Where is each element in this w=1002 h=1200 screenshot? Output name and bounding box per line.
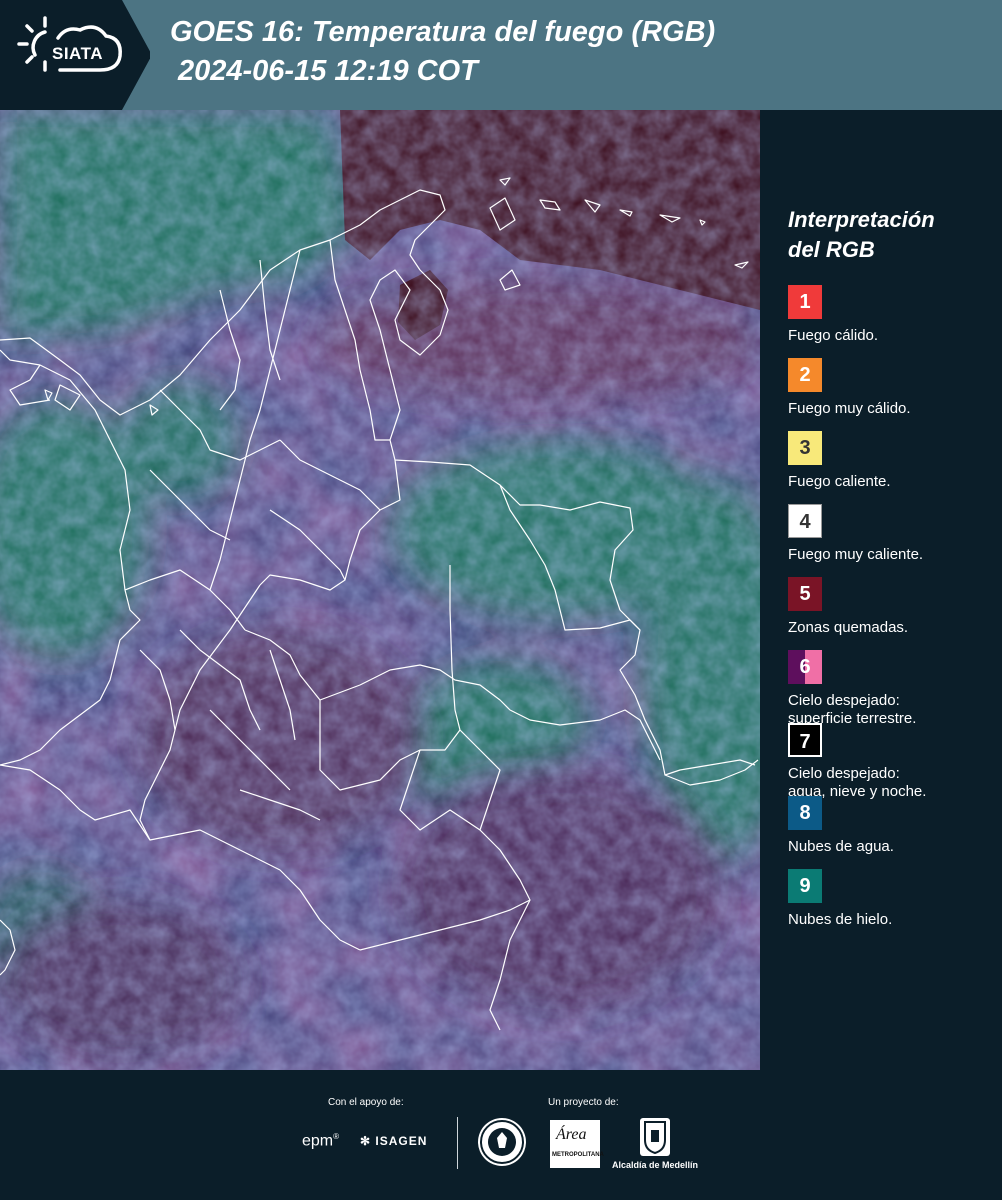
page-title: GOES 16: Temperatura del fuego (RGB): [170, 16, 716, 48]
logo-text: SIATA: [52, 44, 103, 63]
legend-title: Interpretación del RGB: [788, 205, 988, 265]
legend-item: 8 Nubes de agua.: [788, 796, 988, 869]
satellite-image: [0, 110, 760, 1070]
legend-label: Fuego caliente.: [788, 473, 891, 490]
legend-item: 9 Nubes de hielo.: [788, 869, 988, 942]
legend-swatch: 5: [788, 577, 822, 611]
legend-label: Zonas quemadas.: [788, 619, 909, 636]
area-logo-sub: METROPOLITANA: [552, 1152, 604, 1158]
support-label: Con el apoyo de:: [328, 1097, 404, 1108]
legend-swatch: 7: [788, 723, 822, 757]
isagen-logo-text: ISAGEN: [375, 1134, 428, 1148]
page-timestamp: 2024-06-15 12:19 COT: [178, 55, 478, 87]
legend-swatch: 1: [788, 285, 822, 319]
legend-swatch: 3: [788, 431, 822, 465]
legend-item: 6 Cielo despejado: superficie terrestre.: [788, 650, 988, 727]
seal-icon: [480, 1120, 524, 1164]
alcaldia-logo: [640, 1118, 670, 1156]
epm-logo-text: epm: [302, 1132, 334, 1150]
legend-title-line2: del RGB: [788, 237, 875, 262]
legend-label-line1: Cielo despejado:: [788, 765, 900, 782]
legend-swatch: 8: [788, 796, 822, 830]
legend-item: 3 Fuego caliente.: [788, 431, 988, 504]
isagen-logo: ✻ ISAGEN: [360, 1134, 428, 1148]
satellite-map: [0, 110, 760, 1070]
legend-swatch: 2: [788, 358, 822, 392]
legend-item: 4 Fuego muy caliente.: [788, 504, 988, 577]
legend-item: 1 Fuego cálido.: [788, 285, 988, 358]
epm-logo: epm®: [302, 1132, 340, 1150]
legend-item: 2 Fuego muy cálido.: [788, 358, 988, 431]
legend-item: 5 Zonas quemadas.: [788, 577, 988, 650]
legend-label: Fuego muy caliente.: [788, 546, 924, 563]
legend-label: Nubes de agua.: [788, 838, 894, 855]
footer-divider: [457, 1117, 458, 1169]
alcaldia-logo-text: Alcaldía de Medellín: [612, 1160, 699, 1170]
header: SIATA GOES 16: Temperatura del fuego (RG…: [0, 0, 1002, 110]
university-seal: [478, 1118, 526, 1166]
legend-title-line1: Interpretación: [788, 207, 935, 232]
legend-swatch: 9: [788, 869, 822, 903]
project-label: Un proyecto de:: [548, 1097, 619, 1108]
legend-swatch: 6: [788, 650, 822, 684]
siata-logo: SIATA: [0, 0, 150, 110]
legend-label: Fuego cálido.: [788, 327, 879, 344]
legend-label-line1: Cielo despejado:: [788, 692, 900, 709]
area-metropolitana-logo: Área METROPOLITANA: [550, 1120, 604, 1168]
legend-swatch: 4: [788, 504, 822, 538]
area-logo-text: Área: [556, 1126, 587, 1143]
rgb-legend: Interpretación del RGB 1 Fuego cálido. 2…: [788, 205, 988, 942]
legend-label: Fuego muy cálido.: [788, 400, 911, 417]
legend-label: Nubes de hielo.: [788, 911, 893, 928]
legend-item: 7 Cielo despejado: agua, nieve y noche.: [788, 723, 988, 800]
shield-icon: [644, 1121, 666, 1155]
